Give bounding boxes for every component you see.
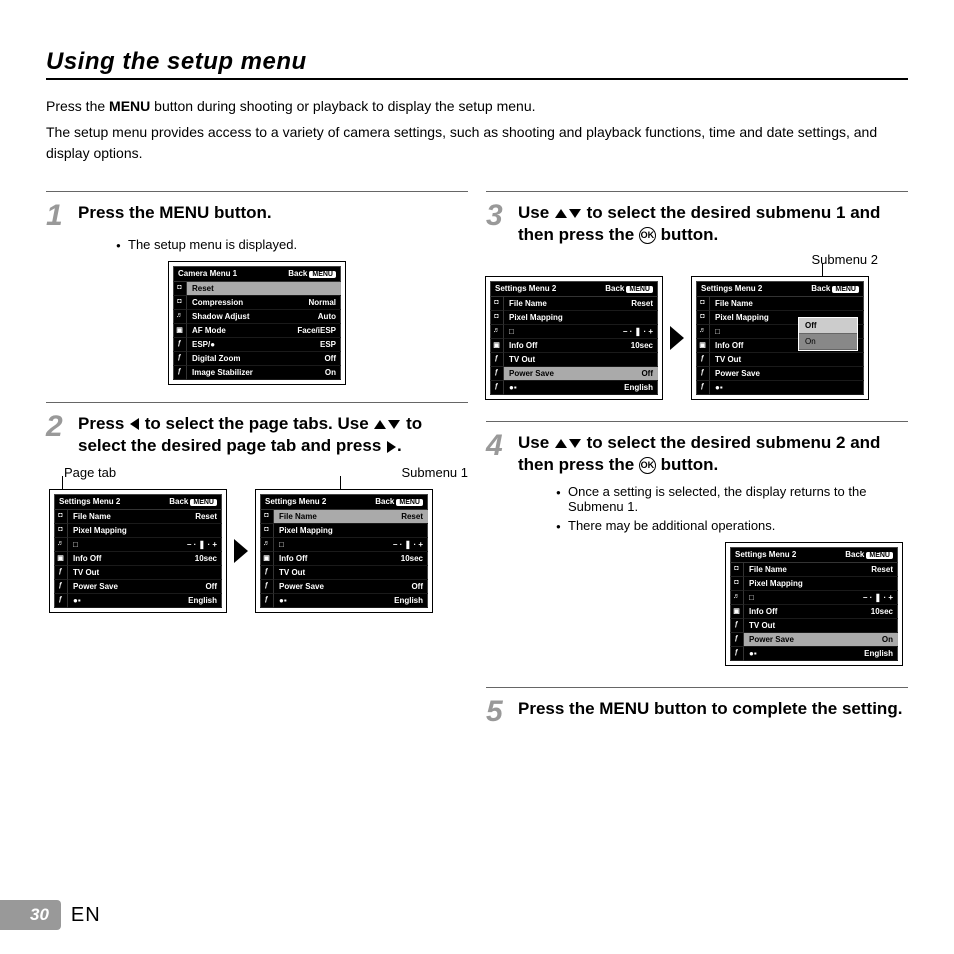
manual-page: Using the setup menu Press the MENU butt…	[0, 0, 954, 954]
step-4-num: 4	[486, 432, 512, 459]
screen-settings-power-sel: Settings Menu 2BackMENU◘◘♬▣ƒƒƒFile NameR…	[486, 277, 662, 399]
right-column: 3 Use to select the desired submenu 1 an…	[486, 177, 908, 725]
step-3-num: 3	[486, 202, 512, 229]
caption-pagetab: Page tab	[64, 465, 116, 480]
step-3-a: Use	[518, 203, 554, 222]
page-footer: 30 EN	[0, 900, 101, 930]
screen-settings-file-sel: Settings Menu 2BackMENU◘◘♬▣ƒƒƒFile NameR…	[256, 490, 432, 612]
step-5: 5 Press the MENU button to complete the …	[486, 698, 908, 725]
down-arrow-icon	[569, 439, 581, 448]
step-5-text: Press the MENU button to complete the se…	[518, 698, 902, 720]
step-2: 2 Press to select the page tabs. Use to …	[46, 413, 468, 457]
down-arrow-icon	[569, 209, 581, 218]
step-2-num: 2	[46, 413, 72, 440]
screen-camera-menu: Camera Menu 1BackMENU◘◘♬▣ƒƒƒResetCompres…	[169, 262, 345, 384]
intro-part2: The setup menu provides access to a vari…	[46, 124, 877, 160]
ok-button-icon: OK	[639, 457, 656, 474]
popup-options: OffOn	[798, 317, 858, 351]
step-2-b: to select the page tabs. Use	[140, 414, 373, 433]
right-big-arrow-icon	[234, 539, 248, 563]
right-arrow-icon	[387, 441, 396, 453]
step-2-d: .	[397, 436, 402, 455]
step-3-text: Use to select the desired submenu 1 and …	[518, 202, 908, 246]
down-arrow-icon	[388, 420, 400, 429]
caption-sub2: Submenu 2	[486, 252, 908, 267]
step-2-text: Press to select the page tabs. Use to se…	[78, 413, 468, 457]
up-arrow-icon	[555, 209, 567, 218]
step-4-a: Use	[518, 433, 554, 452]
left-column: 1 Press the MENU button. The setup menu …	[46, 177, 468, 725]
screen-settings-power-on: Settings Menu 2BackMENU◘◘♬▣ƒƒƒFile NameR…	[726, 543, 902, 665]
page-number: 30	[0, 900, 61, 930]
intro-menu: MENU	[109, 98, 150, 114]
intro-part1c: button during shooting or playback to di…	[150, 98, 535, 114]
intro-part1: Press the	[46, 98, 109, 114]
step-1: 1 Press the MENU button.	[46, 202, 468, 229]
step-1-bullet: The setup menu is displayed.	[116, 237, 468, 252]
step-5-num: 5	[486, 698, 512, 725]
step-4: 4 Use to select the desired submenu 2 an…	[486, 432, 908, 476]
step-4-bullet-2: There may be additional operations.	[556, 518, 908, 533]
screen-settings-a: Settings Menu 2BackMENU◘◘♬▣ƒƒƒFile NameR…	[50, 490, 226, 612]
step-2-a: Press	[78, 414, 129, 433]
up-arrow-icon	[374, 420, 386, 429]
step-4-text: Use to select the desired submenu 2 and …	[518, 432, 908, 476]
step-1-num: 1	[46, 202, 72, 229]
language-label: EN	[71, 904, 101, 927]
page-title: Using the setup menu	[46, 48, 908, 80]
intro-text: Press the MENU button during shooting or…	[46, 96, 908, 163]
step-4-bullet-1: Once a setting is selected, the display …	[556, 484, 908, 514]
caption-sub1: Submenu 1	[402, 465, 469, 480]
left-arrow-icon	[130, 418, 139, 430]
step-3-c: button.	[656, 225, 718, 244]
step-1-text: Press the MENU button.	[78, 202, 272, 224]
right-big-arrow-icon	[670, 326, 684, 350]
up-arrow-icon	[555, 439, 567, 448]
ok-button-icon: OK	[639, 227, 656, 244]
step-3: 3 Use to select the desired submenu 1 an…	[486, 202, 908, 246]
step-4-c: button.	[656, 455, 718, 474]
